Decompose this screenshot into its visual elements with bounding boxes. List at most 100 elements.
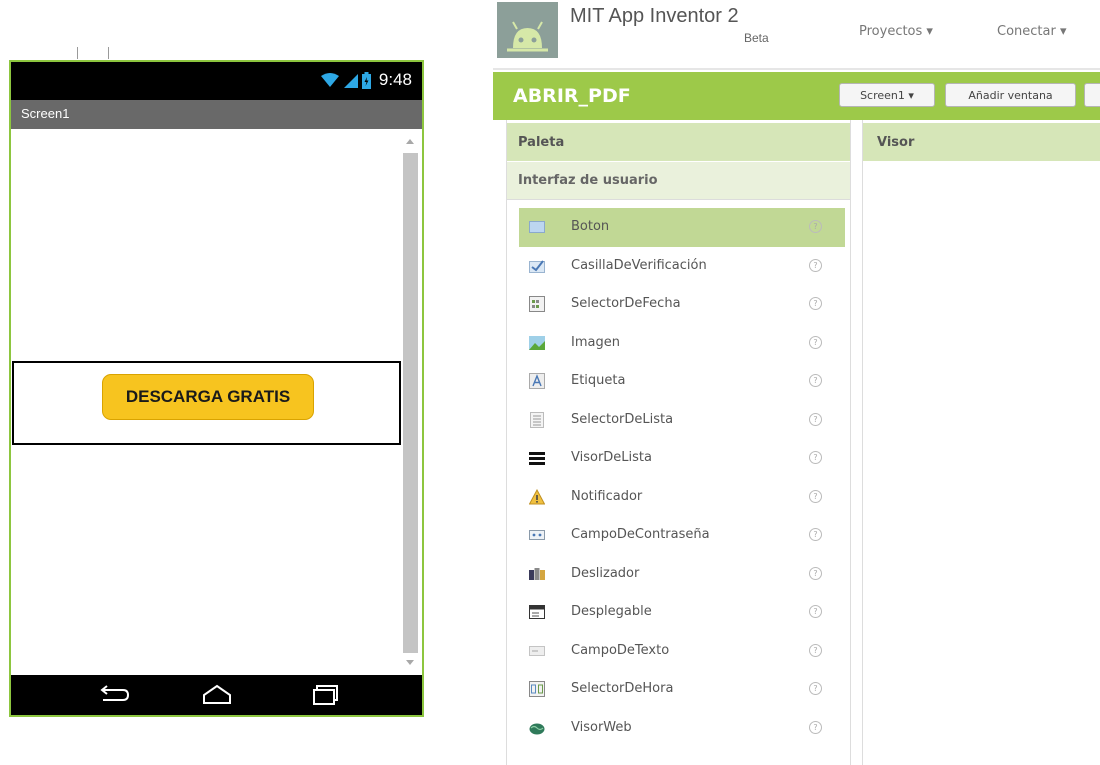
navigation-bar bbox=[11, 675, 422, 715]
recent-apps-icon bbox=[313, 685, 338, 705]
help-icon[interactable]: ? bbox=[809, 335, 822, 349]
help-icon[interactable]: ? bbox=[809, 374, 822, 387]
project-toolbar: ABRIR_PDF Screen1 ▾ Añadir ventana bbox=[493, 72, 1100, 120]
scroll-up-arrow-icon[interactable] bbox=[406, 139, 414, 144]
palette-item-label: SelectorDeFecha bbox=[571, 296, 681, 311]
toolbar-button-cut-off[interactable] bbox=[1084, 83, 1100, 107]
checkbox-icon bbox=[529, 259, 545, 273]
phone-preview: 9:48 Screen1 DESCARGA GRATIS bbox=[9, 60, 424, 717]
beta-label: Beta bbox=[744, 31, 769, 45]
app-inventor-designer: MIT App Inventor 2 Beta Proyectos ▾ Cone… bbox=[493, 0, 1100, 765]
viewer-title: Visor bbox=[877, 135, 915, 150]
help-icon[interactable]: ? bbox=[809, 528, 822, 541]
palette-item-label: Notificador bbox=[571, 488, 643, 504]
screen-content: DESCARGA GRATIS bbox=[11, 129, 422, 675]
palette-item-label: VisorWeb bbox=[571, 719, 632, 735]
palette-item-label: Desplegable bbox=[571, 604, 652, 619]
help-icon[interactable]: ? bbox=[809, 489, 822, 503]
scroll-down-arrow-icon[interactable] bbox=[406, 660, 414, 665]
status-time: 9:48 bbox=[378, 70, 412, 89]
palette-item-label: SelectorDeHora bbox=[571, 681, 674, 696]
android-logo-icon bbox=[507, 21, 548, 52]
time-picker-icon bbox=[529, 681, 545, 697]
date-picker-icon bbox=[529, 296, 545, 312]
palette-item-selector-hora[interactable]: SelectorDeHora ? bbox=[519, 670, 845, 709]
palette-item-contrasena[interactable]: CampoDeContraseña ? bbox=[519, 516, 845, 555]
palette-item-casilla[interactable]: CasillaDeVerificación ? bbox=[519, 247, 845, 286]
back-arrow-icon bbox=[100, 685, 130, 701]
palette-item-label: Boton bbox=[571, 219, 610, 234]
palette-item-label: CampoDeTexto bbox=[571, 642, 670, 658]
palette-header: Paleta bbox=[507, 123, 850, 161]
app-title: MIT App Inventor 2 bbox=[570, 5, 739, 27]
spinner-icon bbox=[529, 605, 545, 619]
palette-item-notificador[interactable]: Notificador ? bbox=[519, 478, 845, 517]
help-icon[interactable]: ? bbox=[809, 412, 822, 426]
scroll-thumb[interactable] bbox=[403, 153, 418, 653]
screen-title: Screen1 bbox=[21, 106, 70, 121]
palette-component-list: Boton ? CasillaDeVerificación ? Selector… bbox=[519, 208, 845, 747]
top-bar: MIT App Inventor 2 Beta Proyectos ▾ Cone… bbox=[493, 0, 1100, 68]
palette-item-campo-texto[interactable]: CampoDeTexto ? bbox=[519, 632, 845, 671]
download-button[interactable]: DESCARGA GRATIS bbox=[102, 374, 314, 420]
app-inventor-logo[interactable] bbox=[497, 2, 558, 58]
screen-selector-dropdown[interactable]: Screen1 ▾ bbox=[839, 83, 935, 107]
list-picker-icon bbox=[530, 411, 544, 428]
category-title: Interfaz de usuario bbox=[518, 173, 658, 188]
palette-item-label: Imagen bbox=[571, 334, 620, 350]
palette-item-label: VisorDeLista bbox=[571, 450, 652, 465]
palette-item-label: SelectorDeLista bbox=[571, 411, 674, 427]
menu-projects[interactable]: Proyectos ▾ bbox=[859, 24, 933, 39]
button-icon bbox=[529, 221, 545, 233]
palette-item-label: Deslizador bbox=[571, 565, 640, 581]
palette-item-selector-lista[interactable]: SelectorDeLista ? bbox=[519, 401, 845, 440]
viewer-panel: Visor bbox=[862, 120, 1100, 765]
project-name: ABRIR_PDF bbox=[513, 85, 631, 107]
notifier-icon bbox=[529, 488, 545, 504]
palette-item-imagen[interactable]: Imagen ? bbox=[519, 324, 845, 363]
help-icon[interactable]: ? bbox=[809, 258, 822, 272]
password-field-icon bbox=[529, 530, 545, 540]
ruler-tick bbox=[77, 47, 78, 59]
help-icon[interactable]: ? bbox=[809, 451, 822, 464]
home-icon bbox=[203, 684, 231, 704]
help-icon[interactable]: ? bbox=[809, 643, 822, 657]
help-icon[interactable]: ? bbox=[809, 566, 822, 580]
palette-item-visor-lista[interactable]: VisorDeLista ? bbox=[519, 439, 845, 478]
palette-item-etiqueta[interactable]: Etiqueta ? bbox=[519, 362, 845, 401]
signal-icon bbox=[343, 74, 358, 88]
palette-panel: Paleta Interfaz de usuario Boton ? Casil… bbox=[506, 120, 851, 765]
palette-item-boton[interactable]: Boton ? bbox=[519, 208, 845, 247]
battery-icon bbox=[361, 71, 371, 89]
help-icon[interactable]: ? bbox=[809, 720, 822, 734]
palette-item-deslizador[interactable]: Deslizador ? bbox=[519, 555, 845, 594]
app-title-bar: Screen1 bbox=[11, 100, 422, 129]
help-icon[interactable]: ? bbox=[809, 297, 822, 310]
list-view-icon bbox=[529, 452, 545, 465]
menu-connect[interactable]: Conectar ▾ bbox=[997, 24, 1066, 39]
slider-icon bbox=[529, 567, 545, 580]
home-button[interactable] bbox=[197, 683, 237, 707]
help-icon[interactable]: ? bbox=[809, 220, 822, 233]
back-button[interactable] bbox=[93, 683, 133, 707]
vertical-scrollbar[interactable] bbox=[401, 129, 420, 675]
palette-item-label: CampoDeContraseña bbox=[571, 527, 710, 542]
palette-title: Paleta bbox=[518, 135, 565, 150]
web-viewer-icon bbox=[529, 723, 545, 734]
image-icon bbox=[529, 335, 545, 350]
palette-item-desplegable[interactable]: Desplegable ? bbox=[519, 593, 845, 632]
viewer-header: Visor bbox=[863, 123, 1100, 161]
wifi-icon bbox=[320, 73, 339, 87]
recent-apps-button[interactable] bbox=[303, 683, 343, 707]
palette-item-label: Etiqueta bbox=[571, 373, 626, 388]
palette-item-visor-web[interactable]: VisorWeb ? bbox=[519, 709, 845, 748]
category-user-interface[interactable]: Interfaz de usuario bbox=[507, 162, 850, 200]
label-icon bbox=[529, 373, 545, 389]
status-bar: 9:48 bbox=[11, 62, 422, 100]
palette-item-selector-fecha[interactable]: SelectorDeFecha ? bbox=[519, 285, 845, 324]
help-icon[interactable]: ? bbox=[809, 682, 822, 695]
textbox-icon bbox=[529, 645, 545, 656]
help-icon[interactable]: ? bbox=[809, 605, 822, 618]
palette-item-label: CasillaDeVerificación bbox=[571, 257, 707, 273]
add-screen-button[interactable]: Añadir ventana bbox=[945, 83, 1076, 107]
